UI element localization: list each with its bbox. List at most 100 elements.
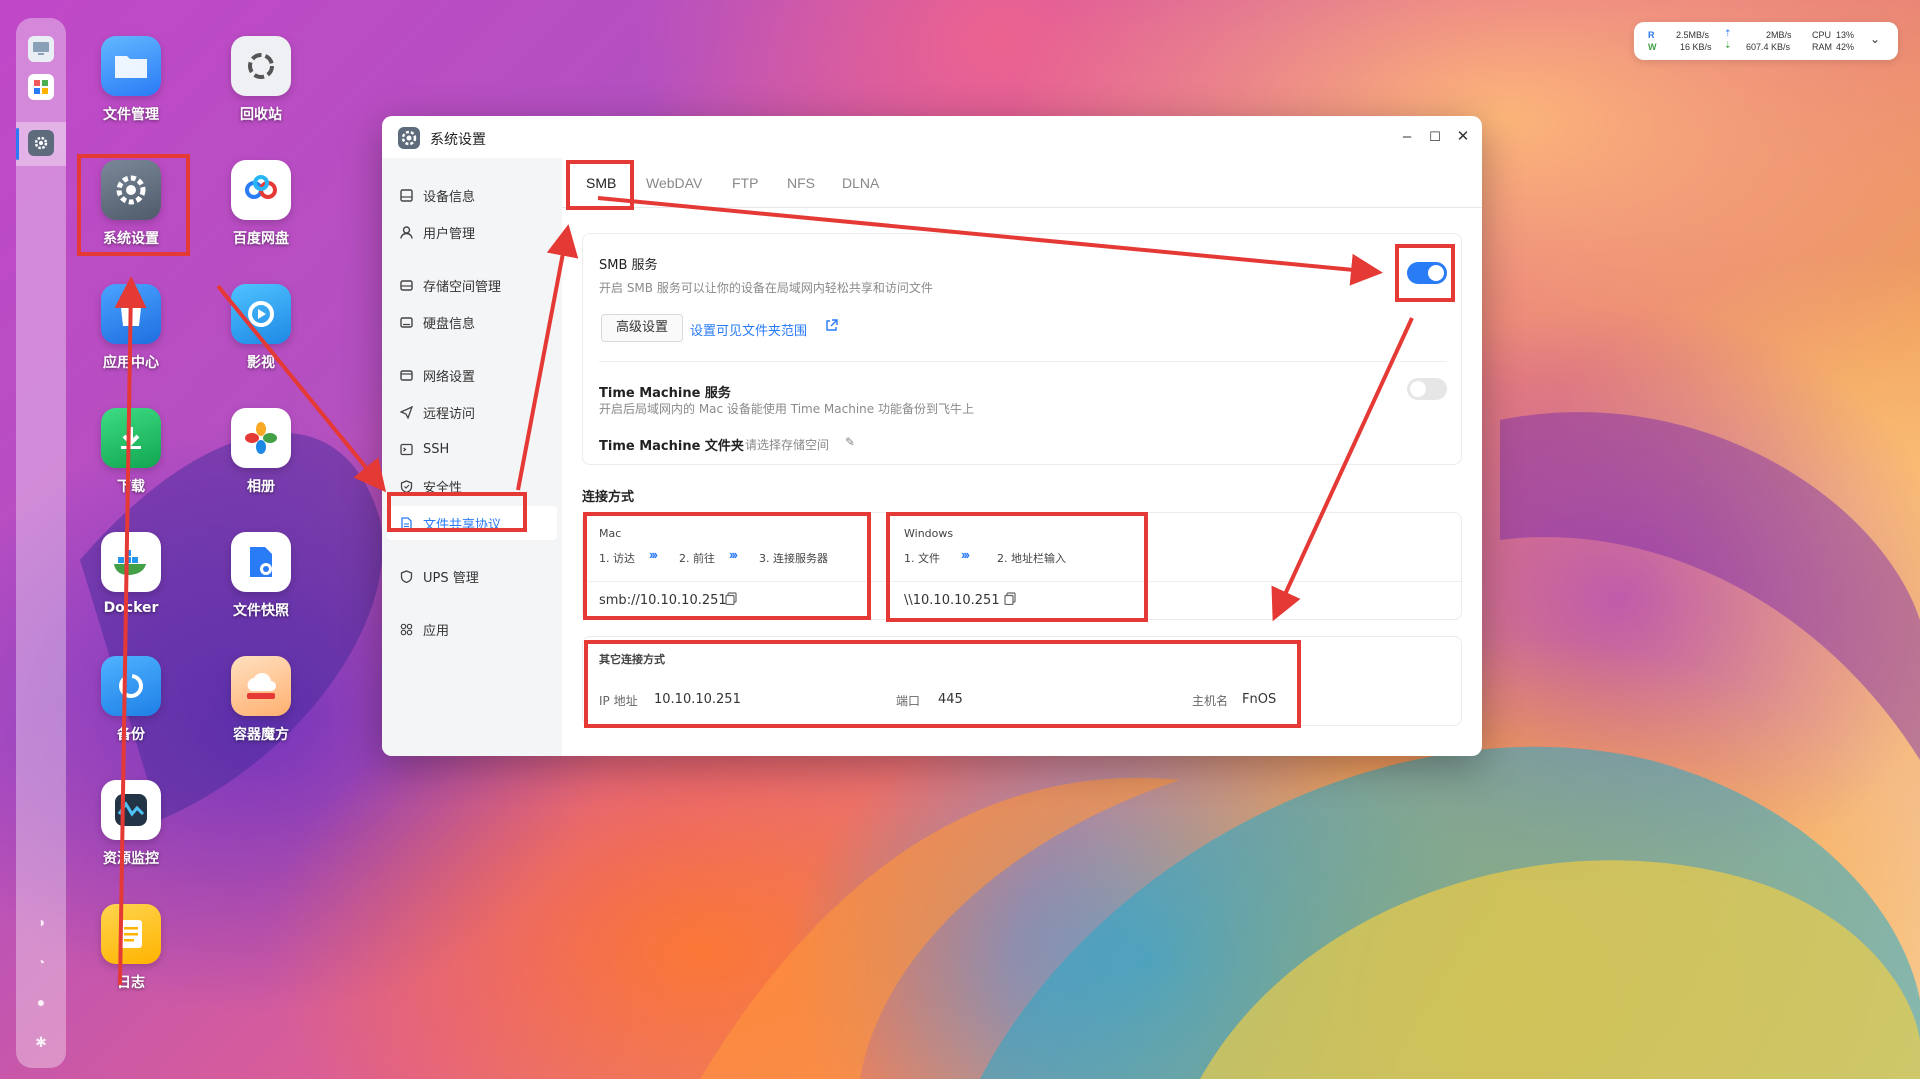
sidebar-item-device-info[interactable]: 设备信息 xyxy=(387,178,557,212)
settings-content: SMB WebDAV FTP NFS DLNA SMB 服务 开启 SMB 服务… xyxy=(562,158,1482,756)
download-arrow-icon: ⇣ xyxy=(1724,40,1732,50)
minimize-button[interactable]: – xyxy=(1396,126,1418,148)
tab-ftp[interactable]: FTP xyxy=(732,175,758,191)
sidebar-item-label: 用户管理 xyxy=(423,226,476,242)
desktop-icon-container-cube[interactable]: 容器魔方 xyxy=(206,656,316,744)
desktop-icon-system-settings[interactable]: 系统设置 xyxy=(76,160,186,248)
sidebar-item-security[interactable]: 安全性 xyxy=(387,469,557,503)
settings-icon xyxy=(101,160,161,220)
mac-address: smb://10.10.10.251 xyxy=(599,593,727,608)
desktop-icon-label: 下载 xyxy=(117,479,145,495)
storage-icon xyxy=(399,278,413,292)
sidebar-item-file-sharing[interactable]: 文件共享协议 xyxy=(387,506,557,540)
video-icon xyxy=(231,284,291,344)
card-divider xyxy=(599,361,1447,362)
sidebar-item-ups[interactable]: UPS 管理 xyxy=(387,559,557,593)
settings-sidebar: 设备信息 用户管理 存储空间管理 硬盘信息 网络设置 远程访问 SSH 安全性 xyxy=(382,158,562,756)
container-cube-icon xyxy=(231,656,291,716)
network-icon xyxy=(399,368,413,382)
download-speed: 607.4 KB/s xyxy=(1746,42,1791,52)
desktop-icon-recycle-bin[interactable]: 回收站 xyxy=(206,36,316,124)
visible-folders-link[interactable]: 设置可见文件夹范围 xyxy=(690,320,807,339)
mac-step-2: 2. 前往 xyxy=(679,552,715,565)
desktop-icon-file-manager[interactable]: 文件管理 xyxy=(76,36,186,124)
time-machine-folder-label: Time Machine 文件夹 xyxy=(599,439,744,454)
window-titlebar[interactable]: 系统设置 – ☐ ✕ xyxy=(382,116,1482,158)
desktop-icon-snapshot[interactable]: 文件快照 xyxy=(206,532,316,620)
desktop-icon-label: 相册 xyxy=(247,479,275,495)
sidebar-item-label: 文件共享协议 xyxy=(423,517,502,533)
read-speed: 2.5MB/s xyxy=(1676,30,1710,40)
sidebar-item-label: UPS 管理 xyxy=(423,570,479,586)
external-link-icon[interactable] xyxy=(825,319,838,337)
port-value: 445 xyxy=(938,692,963,707)
upload-icon: ⇡ xyxy=(1724,28,1732,38)
write-speed: 16 KB/s xyxy=(1680,42,1712,52)
tab-webdav[interactable]: WebDAV xyxy=(646,175,702,191)
window-title: 系统设置 xyxy=(430,132,486,148)
desktop-icon-backup[interactable]: 备份 xyxy=(76,656,186,744)
desktop-icon-resource-monitor[interactable]: 资源监控 xyxy=(76,780,186,868)
sidebar-item-network[interactable]: 网络设置 xyxy=(387,358,557,392)
desktop-icon-label: 备份 xyxy=(117,727,145,743)
sidebar-item-remote-access[interactable]: 远程访问 xyxy=(387,395,557,429)
mac-title: Mac xyxy=(599,527,622,540)
theme-icon[interactable]: ◑ xyxy=(32,913,50,931)
copy-icon[interactable] xyxy=(725,592,737,610)
sidebar-item-ssh[interactable]: SSH xyxy=(387,432,557,466)
sidebar-item-apps[interactable]: 应用 xyxy=(387,612,557,646)
maximize-button[interactable]: ☐ xyxy=(1424,126,1446,148)
collapse-chevron-icon[interactable]: ⌄ xyxy=(1870,32,1880,46)
time-machine-folder-select[interactable]: 请选择存储空间 xyxy=(745,436,829,453)
smb-service-toggle[interactable] xyxy=(1407,262,1447,284)
time-machine-title: Time Machine 服务 xyxy=(599,386,731,401)
settings-icon[interactable] xyxy=(28,130,54,156)
time-machine-toggle[interactable] xyxy=(1407,378,1447,400)
copy-icon[interactable] xyxy=(1004,592,1016,610)
notification-icon[interactable]: ◔ xyxy=(32,953,50,971)
smb-service-card: SMB 服务 开启 SMB 服务可以让你的设备在局域网内轻松共享和访问文件 高级… xyxy=(582,233,1462,465)
desktop-icon-photos[interactable]: 相册 xyxy=(206,408,316,496)
apps-icon xyxy=(399,622,413,636)
sidebar-item-storage[interactable]: 存储空间管理 xyxy=(387,268,557,302)
document-icon xyxy=(399,516,413,530)
mac-step-1: 1. 访达 xyxy=(599,552,635,565)
desktop-icon-log[interactable]: 日志 xyxy=(76,904,186,992)
apps-grid-icon[interactable] xyxy=(28,74,54,100)
desktop-icon-label: 容器魔方 xyxy=(233,727,289,743)
download-icon xyxy=(101,408,161,468)
read-label: R xyxy=(1648,30,1655,40)
advanced-settings-button[interactable]: 高级设置 xyxy=(601,314,683,342)
desktop-icon-label: Docker xyxy=(103,600,159,616)
settings-icon xyxy=(398,127,420,149)
tab-dlna[interactable]: DLNA xyxy=(842,175,879,191)
tab-nfs[interactable]: NFS xyxy=(787,175,815,191)
upload-speed: 2MB/s xyxy=(1766,30,1792,40)
smb-service-desc: 开启 SMB 服务可以让你的设备在局域网内轻松共享和访问文件 xyxy=(599,281,933,295)
desktop-icon-docker[interactable]: Docker xyxy=(76,532,186,616)
desktop-icon-video[interactable]: 影视 xyxy=(206,284,316,372)
desktop-icon-app-center[interactable]: 应用中心 xyxy=(76,284,186,372)
chevrons-right-icon: ››› xyxy=(649,547,658,562)
edit-icon[interactable]: ✎ xyxy=(845,435,855,449)
tab-smb[interactable]: SMB xyxy=(586,175,616,191)
sidebar-item-users[interactable]: 用户管理 xyxy=(387,215,557,249)
app-store-icon xyxy=(101,284,161,344)
user-icon[interactable]: ● xyxy=(32,993,50,1011)
desktop-icon-label: 文件管理 xyxy=(103,107,159,123)
ram-value: 42% xyxy=(1836,42,1855,52)
system-monitor-widget[interactable]: R W 2.5MB/s 16 KB/s ⇡ ⇣ 2MB/s 607.4 KB/s… xyxy=(1634,22,1898,60)
desktop-icon-label: 百度网盘 xyxy=(233,231,289,247)
desktop-icon-label: 日志 xyxy=(117,975,145,991)
desktop-icon-download[interactable]: 下载 xyxy=(76,408,186,496)
sidebar-item-label: 设备信息 xyxy=(423,189,476,205)
close-button[interactable]: ✕ xyxy=(1452,126,1474,148)
connection-heading: 连接方式 xyxy=(582,490,635,505)
monitor-icon[interactable] xyxy=(28,36,54,62)
sidebar-item-disk[interactable]: 硬盘信息 xyxy=(387,305,557,339)
disk-icon xyxy=(399,315,413,329)
desktop-icon-baidu-cloud[interactable]: 百度网盘 xyxy=(206,160,316,248)
time-machine-desc: 开启后局域网内的 Mac 设备能使用 Time Machine 功能备份到飞牛上 xyxy=(599,402,974,416)
arrow-to-settings xyxy=(114,276,147,986)
gear-icon[interactable]: ✱ xyxy=(32,1033,50,1051)
